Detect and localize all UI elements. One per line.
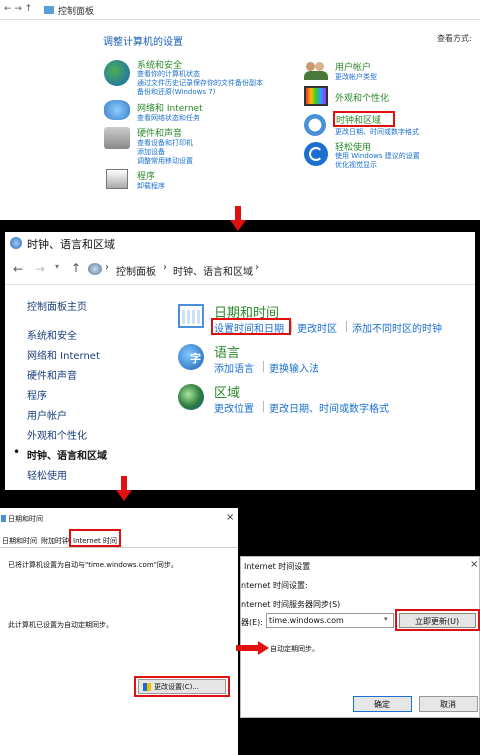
date-time-dialog: 日期和时间 × 日期和时间 附加时钟 Internet 时间 已将计算机设置为自… (0, 508, 238, 755)
current-bullet-icon: • (13, 445, 21, 459)
calendar-clock-icon (178, 304, 204, 328)
user-accounts-icon (304, 60, 328, 80)
separator (263, 361, 264, 372)
language-globe-icon: 字 (178, 344, 204, 370)
link-account-type[interactable]: 更改帐户类型 (335, 72, 377, 82)
clock-globe-icon (304, 114, 326, 136)
link-set-date-time[interactable]: 设置时间和日期 (214, 320, 284, 335)
link-change-location[interactable]: 更改位置 (214, 400, 254, 415)
change-settings-label: 更改设置(C)... (154, 683, 200, 691)
update-now-button[interactable]: 立即更新(U) (399, 613, 476, 628)
divider (5, 284, 475, 285)
sync-checkbox-label[interactable]: nternet 时间服务器同步(S) (241, 599, 340, 610)
tab-date-time[interactable]: 日期和时间 (2, 536, 37, 546)
link-change-date-format[interactable]: 更改日期、时间或数字格式 (269, 400, 389, 415)
link-uninstall[interactable]: 卸载程序 (137, 181, 165, 191)
back-arrow-icon[interactable]: ← (13, 262, 23, 276)
sidebar-item-ease-of-access[interactable]: 轻松使用 (27, 467, 67, 482)
update-now-label: 立即更新(U) (415, 617, 460, 626)
change-settings-button[interactable]: 更改设置(C)... (138, 679, 226, 694)
path-clock-region[interactable]: 时钟、语言和区域 (173, 263, 253, 278)
ease-of-access-icon (304, 142, 328, 166)
view-by-label[interactable]: 查看方式: (437, 33, 472, 44)
red-arrow-right-icon (258, 641, 269, 655)
printer-icon (104, 127, 130, 149)
appearance-icon (304, 86, 328, 106)
sync-status-text: 已将计算机设置为自动与"time.windows.com"同步。 (8, 561, 178, 569)
dialog-icon (1, 515, 6, 522)
address-chevron-icon: › (105, 262, 109, 273)
breadcrumb[interactable]: 控制面板 (58, 4, 94, 17)
ok-button[interactable]: 确定 (353, 696, 412, 712)
cancel-button[interactable]: 取消 (419, 696, 478, 712)
cancel-label: 取消 (440, 700, 456, 709)
link-change-date-format[interactable]: 更改日期、时间或数字格式 (335, 127, 419, 137)
section-language-title[interactable]: 语言 (214, 342, 240, 361)
category-appearance[interactable]: 外观和个性化 (335, 91, 389, 104)
section-region-title[interactable]: 区域 (214, 382, 240, 401)
link-add-clocks[interactable]: 添加不同时区的时钟 (352, 320, 442, 335)
path-chevron-icon: › (163, 262, 167, 273)
network-icon (104, 100, 130, 120)
sidebar-item-hardware[interactable]: 硬件和声音 (27, 367, 77, 382)
shield-icon (143, 683, 151, 691)
tab-additional-clocks[interactable]: 附加时钟 (41, 536, 69, 546)
dialog-title: Internet 时间设置 (244, 562, 311, 571)
divider (0, 19, 480, 20)
dialog-title: 日期和时间 (8, 515, 43, 523)
red-arrow-shaft (236, 645, 260, 651)
auto-sync-text: 此计算机已设置为自动定期同步。 (8, 621, 113, 629)
clock-language-region-window: 时钟、语言和区域 ← → ▾ ↑ › 控制面板 › 时钟、语言和区域 › 控制面… (5, 232, 475, 490)
sidebar-item-user-accounts[interactable]: 用户帐户 (27, 407, 67, 422)
settings-label: nternet 时间设置: (241, 581, 308, 590)
link-optimize-display[interactable]: 优化视觉显示 (335, 160, 377, 170)
region-globe-icon (178, 384, 204, 410)
server-value: time.windows.com (269, 616, 344, 625)
close-icon[interactable]: × (226, 512, 234, 523)
server-select[interactable]: time.windows.com ▾ (266, 613, 394, 628)
window-title: 时钟、语言和区域 (27, 238, 115, 251)
separator (346, 321, 347, 332)
separator (263, 401, 264, 412)
control-panel-icon (44, 6, 54, 14)
category-clock-region[interactable]: 时钟和区域 (336, 113, 381, 126)
programs-icon (106, 169, 128, 189)
sidebar-item-programs[interactable]: 程序 (27, 387, 47, 402)
chevron-down-icon: ▾ (384, 615, 388, 623)
sidebar-home[interactable]: 控制面板主页 (27, 298, 87, 313)
path-control-panel[interactable]: 控制面板 (116, 263, 156, 278)
auto-sync-text: 自动定期同步。 (270, 645, 319, 653)
internet-time-settings-dialog: Internet 时间设置 × nternet 时间设置: nternet 时间… (240, 556, 480, 718)
path-end-chevron-icon: › (255, 262, 259, 273)
control-panel-window: ← → ↑ 控制面板 调整计算机的设置 查看方式: 系统和安全 查看你的计算机状… (0, 0, 480, 220)
sidebar-item-system-security[interactable]: 系统和安全 (27, 327, 77, 342)
page-title: 调整计算机的设置 (103, 37, 183, 48)
shield-globe-icon (104, 60, 130, 86)
sidebar-item-network[interactable]: 网络和 Internet (27, 347, 100, 362)
sidebar-item-clock-region[interactable]: 时钟、语言和区域 (27, 447, 107, 462)
red-arrow-down-icon (230, 220, 246, 231)
nav-arrows[interactable]: ← → ↑ (4, 4, 32, 14)
address-globe-icon (88, 263, 102, 275)
window-globe-icon (10, 237, 22, 249)
ok-label: 确定 (374, 700, 390, 709)
link-change-timezone[interactable]: 更改时区 (297, 320, 337, 335)
forward-arrow-icon[interactable]: → (35, 262, 45, 276)
divider (0, 547, 238, 548)
link-add-language[interactable]: 添加语言 (214, 360, 254, 375)
red-arrow-down-icon (116, 490, 132, 501)
server-label: 器(E): (241, 618, 263, 627)
separator (291, 321, 292, 332)
tab-internet-time[interactable]: Internet 时间 (73, 536, 117, 546)
close-icon[interactable]: × (470, 559, 478, 570)
link-backup[interactable]: 备份和还原(Windows 7) (137, 87, 215, 97)
up-arrow-icon[interactable]: ↑ (71, 261, 81, 275)
link-network-status[interactable]: 查看网络状态和任务 (137, 113, 200, 123)
sidebar-item-appearance[interactable]: 外观和个性化 (27, 427, 87, 442)
link-mobility[interactable]: 调整常用移动设置 (137, 156, 193, 166)
link-change-input[interactable]: 更换输入法 (269, 360, 319, 375)
chevron-down-icon[interactable]: ▾ (55, 262, 59, 271)
